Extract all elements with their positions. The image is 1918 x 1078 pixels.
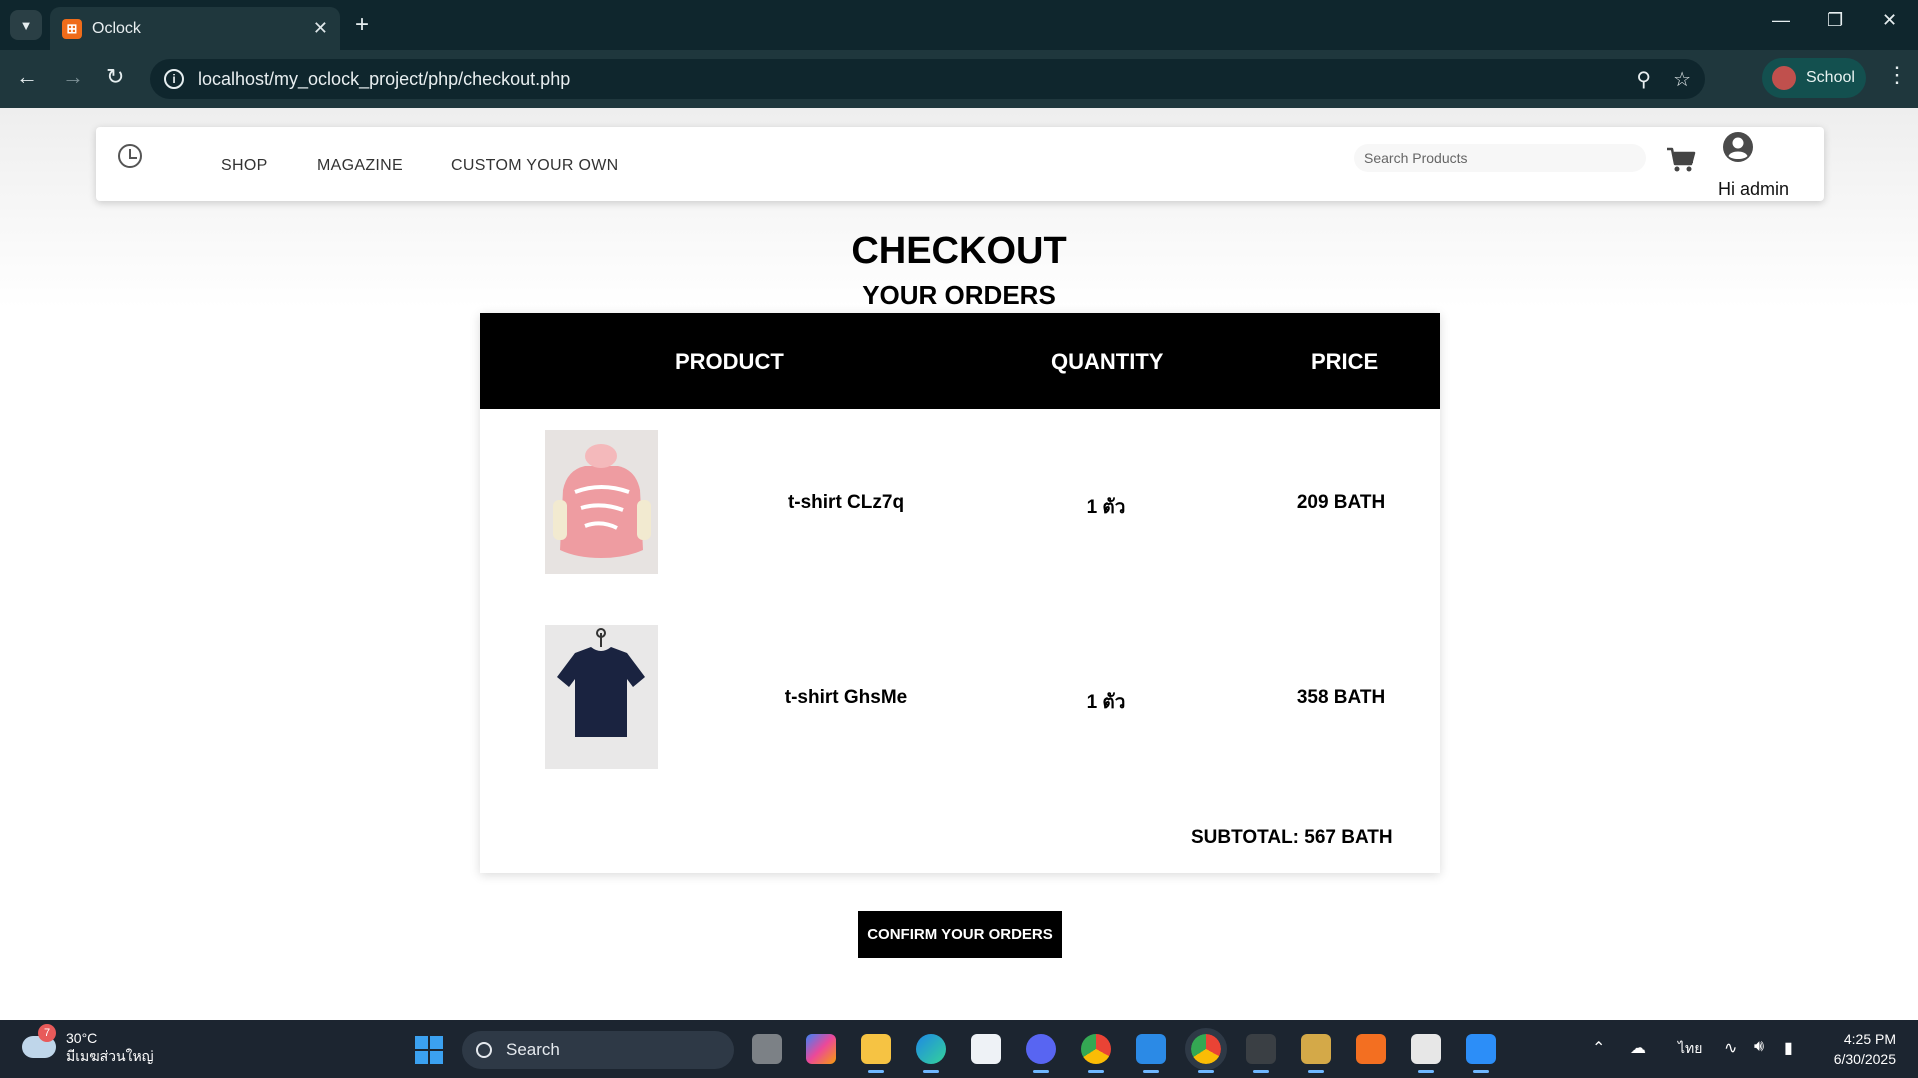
photos-icon[interactable] xyxy=(1466,1034,1496,1073)
file-explorer-icon[interactable] xyxy=(861,1034,891,1073)
page-viewport: SHOP MAGAZINE CUSTOM YOUR OWN Hi admin C… xyxy=(0,108,1918,1020)
column-price: PRICE xyxy=(1311,349,1379,374)
zoom-icon[interactable]: ⚲ xyxy=(1636,67,1651,92)
search-products-input[interactable] xyxy=(1354,144,1646,172)
product-quantity: 1 ตัว xyxy=(1086,497,1126,518)
battery-icon[interactable]: ▮ xyxy=(1784,1038,1793,1058)
new-tab-button[interactable]: + xyxy=(355,11,369,39)
microsoft-store-icon[interactable] xyxy=(971,1034,1001,1064)
chrome-icon[interactable] xyxy=(1081,1034,1111,1073)
weather-widget[interactable]: 7 30°C มีเมฆส่วนใหญ่ xyxy=(22,1024,154,1065)
profile-label: School xyxy=(1806,69,1855,86)
vscode-icon[interactable] xyxy=(1136,1034,1166,1073)
task-view-icon[interactable] xyxy=(752,1034,782,1064)
browser-tab-strip: ▼ ⊞ Oclock ✕ + — ❐ ✕ xyxy=(0,0,1918,50)
subtotal: SUBTOTAL: 567 BATH xyxy=(1191,827,1393,848)
input-language[interactable]: ไทย xyxy=(1678,1038,1702,1060)
bookmark-star-icon[interactable]: ☆ xyxy=(1673,67,1691,92)
clock-date: 6/30/2025 xyxy=(1833,1051,1896,1067)
clock-logo-icon[interactable] xyxy=(118,144,142,168)
forward-icon[interactable]: → xyxy=(62,64,84,90)
reload-icon[interactable]: ↻ xyxy=(106,64,124,90)
user-account-icon[interactable] xyxy=(1722,131,1754,163)
orders-subtitle: YOUR ORDERS xyxy=(862,280,1056,310)
nav-custom-your-own[interactable]: CUSTOM YOUR OWN xyxy=(451,157,618,175)
minimize-icon[interactable]: — xyxy=(1772,10,1790,31)
nav-magazine[interactable]: MAGAZINE xyxy=(317,157,403,175)
order-row: t-shirt CLz7q 1 ตัว 209 BATH xyxy=(480,430,1440,574)
column-product: PRODUCT xyxy=(675,349,784,374)
clock-time: 4:25 PM xyxy=(1843,1031,1896,1047)
weather-cloud-icon: 7 xyxy=(22,1024,56,1058)
onedrive-icon[interactable]: ☁ xyxy=(1630,1038,1646,1058)
xampp-favicon-icon: ⊞ xyxy=(62,18,82,39)
tray-overflow-icon[interactable]: ⌃ xyxy=(1592,1038,1605,1058)
folder-app-icon[interactable] xyxy=(1301,1034,1331,1073)
product-price: 209 BATH xyxy=(1296,492,1386,513)
product-name: t-shirt GhsMe xyxy=(784,687,908,708)
edge-icon[interactable] xyxy=(916,1034,946,1073)
close-window-icon[interactable]: ✕ xyxy=(1882,10,1897,31)
product-image xyxy=(545,430,658,574)
nav-shop[interactable]: SHOP xyxy=(221,157,268,175)
cart-icon[interactable] xyxy=(1666,147,1696,173)
site-info-icon[interactable]: i xyxy=(164,69,184,89)
product-image xyxy=(545,625,658,769)
product-name: t-shirt CLz7q xyxy=(787,492,905,513)
confirm-orders-button[interactable]: CONFIRM YOUR ORDERS xyxy=(858,911,1062,958)
page-title: CHECKOUT xyxy=(851,230,1067,272)
xampp-icon[interactable] xyxy=(1356,1034,1386,1064)
taskbar-clock[interactable]: 4:25 PM 6/30/2025 xyxy=(1826,1029,1896,1069)
wifi-icon[interactable]: ∿ xyxy=(1724,1038,1737,1058)
taskbar-search[interactable]: Search xyxy=(462,1031,734,1069)
address-bar[interactable]: i localhost/my_oclock_project/php/checko… xyxy=(150,59,1705,99)
tab-title: Oclock xyxy=(92,19,141,37)
url-text[interactable]: localhost/my_oclock_project/php/checkout… xyxy=(198,69,1614,90)
tab-search-button[interactable]: ▼ xyxy=(10,10,42,40)
weather-badge: 7 xyxy=(38,1024,56,1042)
orders-table: PRODUCT QUANTITY PRICE t-shirt CLz7q 1 ต… xyxy=(480,313,1440,873)
orders-table-header: PRODUCT QUANTITY PRICE xyxy=(480,313,1440,409)
windows-start-icon[interactable] xyxy=(415,1036,443,1064)
taskbar-search-label: Search xyxy=(506,1040,560,1059)
column-quantity: QUANTITY xyxy=(1051,349,1164,374)
back-icon[interactable]: ← xyxy=(16,64,38,90)
volume-icon[interactable]: 🔊︎ xyxy=(1754,1038,1764,1056)
copilot-icon[interactable] xyxy=(806,1034,836,1064)
site-navbar: SHOP MAGAZINE CUSTOM YOUR OWN Hi admin xyxy=(96,127,1824,201)
weather-temperature: 30°C xyxy=(66,1030,98,1046)
product-price: 358 BATH xyxy=(1296,687,1386,708)
browser-toolbar: ← → ↻ i localhost/my_oclock_project/php/… xyxy=(0,50,1918,108)
close-tab-icon[interactable]: ✕ xyxy=(313,18,328,39)
chrome-school-icon[interactable] xyxy=(1185,1028,1227,1073)
profile-avatar-icon xyxy=(1772,66,1796,90)
user-greeting: Hi admin xyxy=(1718,179,1790,199)
order-row: t-shirt GhsMe 1 ตัว 358 BATH xyxy=(480,625,1440,769)
product-quantity: 1 ตัว xyxy=(1086,692,1126,713)
weather-description: มีเมฆส่วนใหญ่ xyxy=(66,1048,154,1064)
terminal-icon[interactable] xyxy=(1246,1034,1276,1073)
restore-icon[interactable]: ❐ xyxy=(1827,10,1843,31)
browser-tab-oclock[interactable]: ⊞ Oclock ✕ xyxy=(50,7,340,50)
windows-taskbar: 7 30°C มีเมฆส่วนใหญ่ Search ⌃ ☁ ไทย ∿ 🔊︎… xyxy=(0,1020,1918,1078)
snipping-tool-icon[interactable] xyxy=(1411,1034,1441,1073)
profile-button[interactable]: School xyxy=(1762,58,1866,98)
discord-icon[interactable] xyxy=(1026,1034,1056,1073)
search-icon xyxy=(476,1042,492,1058)
browser-menu-icon[interactable]: ⋮ xyxy=(1886,62,1908,88)
